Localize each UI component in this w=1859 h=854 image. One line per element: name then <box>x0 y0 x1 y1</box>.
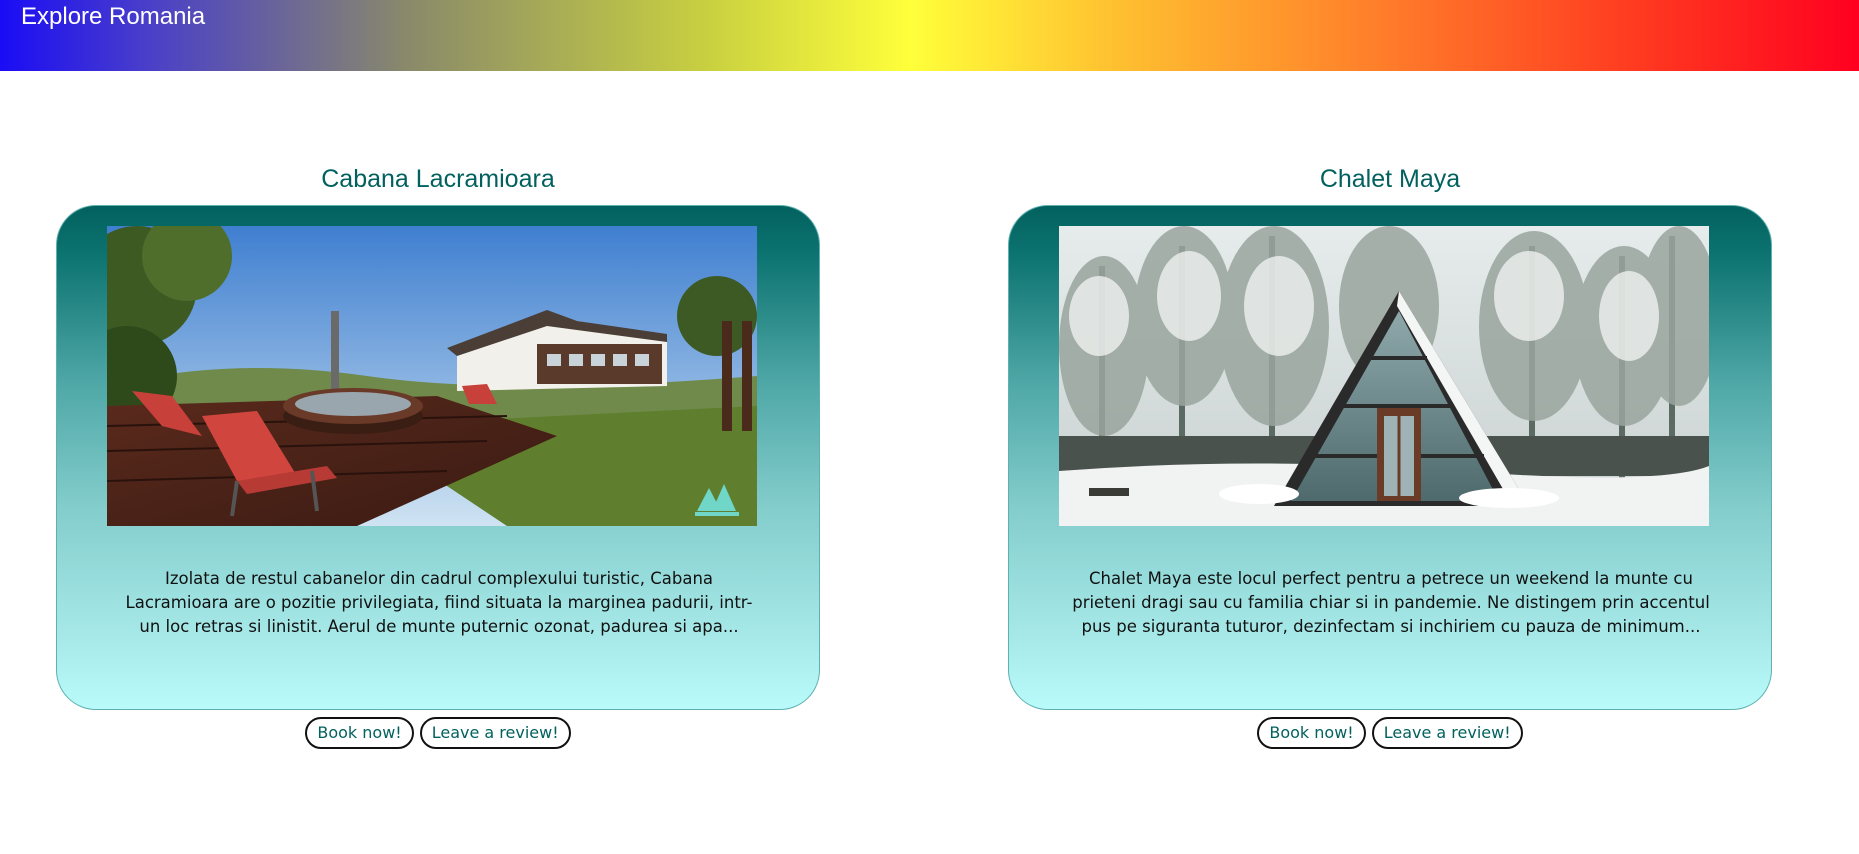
book-now-button[interactable]: Book now! <box>1257 717 1366 749</box>
property-card-cabana-lacramioara: Izolata de restul cabanelor din cadrul c… <box>56 205 820 710</box>
leave-review-button[interactable]: Leave a review! <box>419 717 571 749</box>
card-description: Chalet Maya este locul perfect pentru a … <box>1072 569 1710 636</box>
property-card-chalet-maya: Chalet Maya este locul perfect pentru a … <box>1008 205 1772 710</box>
site-title: Explore Romania <box>21 3 206 30</box>
card-description: Izolata de restul cabanelor din cadrul c… <box>125 569 753 636</box>
cabin-photo[interactable] <box>107 226 757 526</box>
card-title-chalet-maya: Chalet Maya <box>1319 165 1461 193</box>
book-now-button[interactable]: Book now! <box>305 717 414 749</box>
card-actions: Book now! Leave a review! <box>56 717 820 749</box>
card-actions: Book now! Leave a review! <box>1008 717 1772 749</box>
site-header: Explore Romania <box>0 0 1859 71</box>
card-title-cabana-lacramioara: Cabana Lacramioara <box>321 165 555 193</box>
leave-review-button[interactable]: Leave a review! <box>1371 717 1523 749</box>
chalet-photo[interactable] <box>1059 226 1709 526</box>
